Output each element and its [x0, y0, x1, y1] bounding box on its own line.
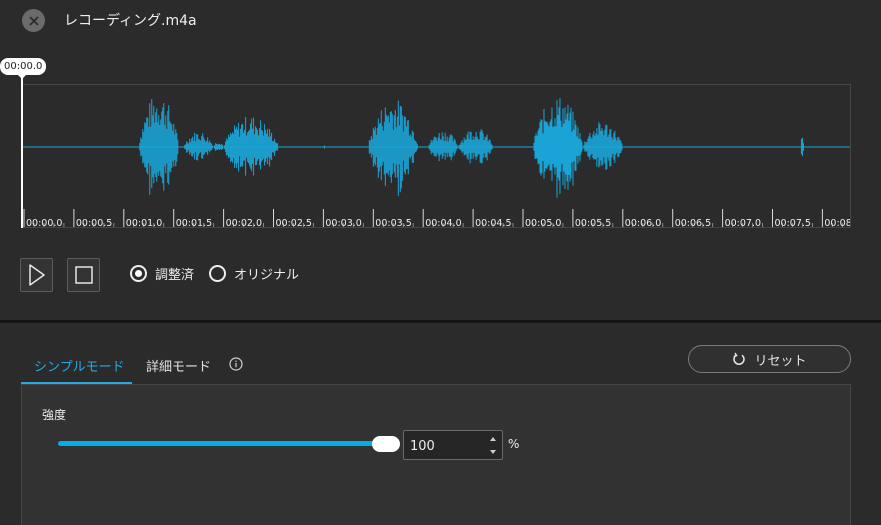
tab-detail-mode[interactable]: 詳細モード: [146, 356, 211, 382]
waveform-burst: [533, 98, 583, 198]
radio-dot: [209, 265, 226, 282]
timeline-label: 00:04.5: [475, 218, 511, 228]
close-icon: [28, 15, 39, 26]
timeline-label: 00:02.0: [226, 218, 262, 228]
reset-label: リセット: [754, 353, 807, 369]
play-button[interactable]: [20, 258, 53, 292]
timeline-label: 00:01.5: [176, 218, 212, 228]
waveform-burst: [139, 99, 179, 195]
radio-adjusted-label: 調整済: [155, 268, 195, 283]
timeline-label: 00:03.5: [375, 218, 411, 228]
tab-simple-mode[interactable]: シンプルモード: [21, 356, 132, 384]
waveform-canvas: 00:00.0 00:00.5 00:01.0 00:01.5 00:02.0 00:02…: [22, 98, 851, 228]
waveform-burst: [214, 143, 224, 151]
playhead-line[interactable]: [21, 78, 23, 228]
file-title: レコーディング.m4a: [64, 13, 197, 29]
radio-original[interactable]: オリジナル: [209, 264, 299, 283]
timeline-label: 00:05.5: [575, 218, 611, 228]
timeline-label: 00:07.0: [725, 218, 761, 228]
timeline-label: 00:03.0: [325, 218, 361, 228]
waveform-burst: [458, 129, 493, 164]
timeline-label: 00:01.0: [126, 218, 162, 228]
radio-adjusted[interactable]: 調整済: [130, 264, 194, 283]
play-icon: [28, 264, 45, 286]
timeline-label: 00:07.5: [775, 218, 811, 228]
playhead-time[interactable]: 00:00.0: [0, 58, 47, 79]
info-icon[interactable]: [229, 357, 243, 371]
timeline-label: 00:08.: [824, 218, 851, 228]
close-button[interactable]: [22, 9, 45, 32]
strength-label: 強度: [42, 408, 67, 422]
strength-unit: %: [508, 437, 520, 451]
timeline-label: 00:00.0: [26, 218, 62, 228]
waveform-burst: [184, 132, 214, 161]
strength-slider-thumb[interactable]: [372, 436, 400, 452]
radio-dot-selected: [130, 265, 147, 282]
radio-original-label: オリジナル: [234, 268, 300, 283]
waveform-editor: レコーディング.m4a 00:00.0 00:00.5 00:01.0 00:01.5…: [0, 0, 881, 320]
tabs-underline: [21, 384, 851, 385]
timeline-label: 00:06.0: [625, 218, 661, 228]
timeline-label: 00:02.5: [276, 218, 312, 228]
reset-button[interactable]: リセット: [688, 345, 851, 373]
stop-icon: [74, 266, 93, 284]
timeline-label: 00:05.0: [525, 218, 561, 228]
strength-number-field: [403, 430, 503, 460]
waveform-area[interactable]: 00:00.0 00:00.5 00:01.0 00:01.5 00:02.0 00:02…: [21, 84, 851, 228]
timeline-label: 00:06.5: [675, 218, 711, 228]
waveform-burst: [224, 116, 279, 176]
waveform-burst: [583, 122, 623, 170]
stop-button[interactable]: [67, 258, 100, 292]
decrement-icon[interactable]: [489, 448, 497, 456]
timeline-label: 00:04.0: [425, 218, 461, 228]
waveform-burst: [428, 132, 458, 162]
increment-icon[interactable]: [489, 435, 497, 443]
timeline-label: 00:00.5: [76, 218, 112, 228]
strength-input[interactable]: [410, 437, 485, 455]
waveform-burst: [368, 100, 418, 197]
strength-slider-track[interactable]: [58, 441, 386, 446]
reset-icon: [733, 352, 746, 365]
